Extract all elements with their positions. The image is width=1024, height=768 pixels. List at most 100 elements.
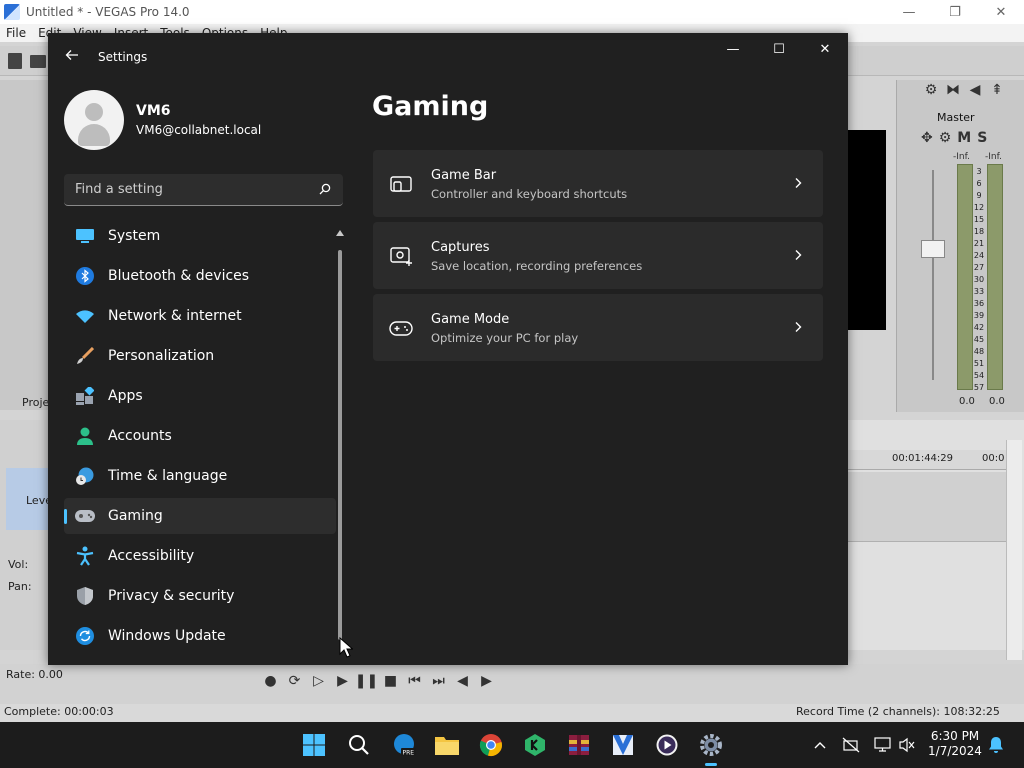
vegas-app-icon: [4, 4, 20, 20]
sidebar-item-label: Apps: [108, 388, 143, 404]
search-icon[interactable]: [319, 183, 331, 195]
system-clock[interactable]: 6:30 PM 1/7/2024: [920, 729, 990, 759]
sound-muted-icon[interactable]: [897, 735, 917, 755]
fx-gear-icon[interactable]: ⚙: [939, 130, 952, 146]
speaker-icon[interactable]: ◀: [967, 82, 983, 98]
brush-icon: [75, 346, 95, 366]
card-game-mode[interactable]: Game Mode Optimize your PC for play: [373, 294, 823, 361]
new-file-icon[interactable]: [8, 53, 22, 69]
display-icon[interactable]: [873, 735, 893, 755]
play-icon[interactable]: ▶: [334, 672, 351, 689]
clock-date: 1/7/2024: [928, 744, 982, 758]
vegas-restore-button[interactable]: ❐: [932, 0, 978, 24]
rate-label: Rate: 0.00: [6, 668, 63, 681]
vegas-icon[interactable]: [608, 730, 638, 760]
media-player-icon[interactable]: [652, 730, 682, 760]
video-preview: [848, 130, 886, 330]
sidebar-item-apps[interactable]: Apps: [64, 378, 336, 414]
kaspersky-icon[interactable]: [520, 730, 550, 760]
card-title: Game Bar: [431, 168, 497, 183]
edge-beta-icon[interactable]: PRE: [389, 730, 419, 760]
vegas-explorer-panel: Proje: [0, 80, 50, 472]
vegas-minimize-button[interactable]: —: [886, 0, 932, 24]
sidebar-item-label: Time & language: [108, 468, 228, 484]
readout-left: 0.0: [959, 396, 975, 407]
gaming-options: Game Bar Controller and keyboard shortcu…: [373, 150, 823, 366]
video-track-header[interactable]: Leve: [6, 468, 52, 530]
meter-scale: 369 12 15 18 21 24 27 30 33 36 39 42 45 48 51 54 5…: [973, 167, 985, 392]
nav-scrollbar[interactable]: [336, 230, 344, 650]
system-icon: [75, 226, 95, 246]
menu-file[interactable]: File: [0, 26, 32, 40]
timeline-ruler[interactable]: 00:01:44:29 00:0: [848, 450, 1008, 470]
card-game-bar[interactable]: Game Bar Controller and keyboard shortcu…: [373, 150, 823, 217]
chevron-right-icon: [795, 322, 802, 332]
settings-close-button[interactable]: ✕: [802, 33, 848, 65]
back-arrow-icon[interactable]: [62, 47, 82, 67]
settings-icon[interactable]: [696, 730, 726, 766]
master-fader[interactable]: [921, 240, 945, 258]
solo-button[interactable]: S: [977, 130, 987, 146]
go-to-end-icon[interactable]: ⏭: [430, 672, 447, 689]
sidebar-item-label: Network & internet: [108, 308, 242, 324]
complete-status: Complete: 00:00:03: [4, 705, 114, 718]
play-from-start-icon[interactable]: ▷: [310, 672, 327, 689]
chevron-up-icon[interactable]: [810, 735, 830, 755]
go-to-start-icon[interactable]: ⏮: [406, 672, 423, 689]
scroll-up-icon[interactable]: [336, 230, 344, 236]
vegas-status-bar: Complete: 00:00:03 Record Time (2 channe…: [0, 704, 1024, 722]
vegas-close-button[interactable]: ✕: [978, 0, 1024, 24]
network-off-icon[interactable]: [841, 735, 861, 755]
page-title: Gaming: [372, 91, 489, 122]
settings-title: Settings: [98, 50, 148, 64]
sidebar-item-accounts[interactable]: Accounts: [64, 418, 336, 454]
sidebar-item-personalization[interactable]: Personalization: [64, 338, 336, 374]
notification-bell-icon[interactable]: [986, 735, 1006, 755]
loop-icon[interactable]: ⟳: [286, 672, 303, 689]
open-folder-icon[interactable]: [30, 55, 46, 68]
meter-left: [957, 164, 973, 390]
pan-icon[interactable]: ✥: [921, 130, 933, 146]
sidebar-item-privacy-security[interactable]: Privacy & security: [64, 578, 336, 614]
user-email: VM6@collabnet.local: [136, 123, 262, 137]
settings-window: Settings — ☐ ✕ VM6 VM6@collabnet.local S…: [48, 33, 848, 665]
mouse-cursor-icon: [339, 637, 353, 658]
search-icon[interactable]: [344, 730, 374, 760]
chrome-icon[interactable]: [476, 730, 506, 760]
fx-icon[interactable]: ⇞: [989, 82, 1005, 98]
project-tab-label[interactable]: Proje: [22, 396, 49, 409]
sidebar-item-accessibility[interactable]: Accessibility: [64, 538, 336, 574]
mute-button[interactable]: M: [957, 130, 971, 146]
record-icon[interactable]: ●: [262, 672, 279, 689]
sidebar-item-network[interactable]: Network & internet: [64, 298, 336, 334]
settings-maximize-button[interactable]: ☐: [756, 33, 802, 65]
search-input[interactable]: [64, 174, 314, 205]
stop-icon[interactable]: ■: [382, 672, 399, 689]
timeline-track[interactable]: [848, 472, 1008, 542]
bowtie-icon[interactable]: ⧓: [945, 82, 961, 98]
gear-icon[interactable]: ⚙: [923, 82, 939, 98]
settings-minimize-button[interactable]: —: [710, 33, 756, 65]
user-name: VM6: [136, 103, 171, 119]
bluetooth-icon: [75, 266, 95, 286]
pause-icon[interactable]: ❚❚: [355, 672, 378, 689]
timeline-scrollbar[interactable]: [1006, 440, 1022, 660]
sidebar-item-system[interactable]: System: [64, 218, 336, 254]
prev-frame-icon[interactable]: ◀: [454, 672, 471, 689]
card-title: Captures: [431, 240, 490, 255]
search-box: [64, 174, 343, 206]
track-headers: Leve Vol: Pan:: [0, 420, 52, 650]
next-frame-icon[interactable]: ▶: [478, 672, 495, 689]
master-label: Master: [937, 111, 975, 124]
winrar-icon[interactable]: [564, 730, 594, 760]
sidebar-item-time-language[interactable]: Time & language: [64, 458, 336, 494]
scroll-thumb[interactable]: [338, 250, 342, 640]
sidebar-item-windows-update[interactable]: Windows Update: [64, 618, 336, 654]
file-explorer-icon[interactable]: [432, 730, 462, 760]
card-captures[interactable]: Captures Save location, recording prefer…: [373, 222, 823, 289]
avatar: [64, 90, 124, 150]
sidebar-item-gaming[interactable]: Gaming: [64, 498, 336, 534]
sidebar-item-label: Accounts: [108, 428, 172, 444]
sidebar-item-bluetooth[interactable]: Bluetooth & devices: [64, 258, 336, 294]
start-icon[interactable]: [299, 730, 329, 760]
